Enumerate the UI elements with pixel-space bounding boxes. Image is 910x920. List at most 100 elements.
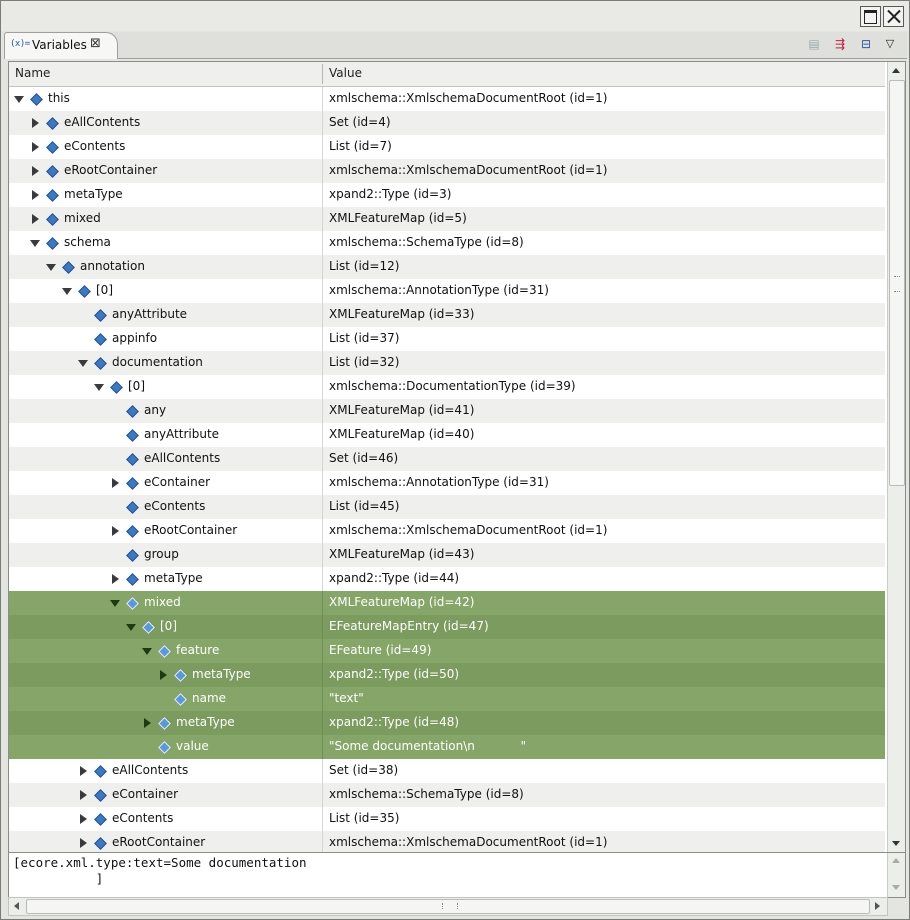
collapsed-arrow-icon[interactable] bbox=[32, 118, 39, 128]
collapsed-arrow-icon[interactable] bbox=[160, 670, 167, 680]
tree-row[interactable]: documentation List (id=32) bbox=[9, 351, 885, 375]
variable-diamond-icon bbox=[142, 621, 155, 634]
expanded-arrow-icon[interactable] bbox=[110, 600, 120, 607]
collapsed-arrow-icon[interactable] bbox=[112, 478, 119, 488]
expanded-arrow-icon[interactable] bbox=[94, 384, 104, 391]
variable-value: XMLFeatureMap (id=33) bbox=[329, 307, 475, 321]
variable-diamond-icon bbox=[126, 453, 139, 466]
tree-row[interactable]: metaType xpand2::Type (id=50) bbox=[9, 663, 885, 687]
column-divider-line bbox=[322, 399, 323, 423]
variables-window: (x)= Variables ⊠ ▤ ⇶ ⊟ ▽ Name Value this… bbox=[0, 0, 910, 920]
close-icon[interactable] bbox=[883, 6, 904, 27]
collapsed-arrow-icon[interactable] bbox=[112, 526, 119, 536]
maximize-icon[interactable] bbox=[860, 6, 881, 27]
tab-variables[interactable]: (x)= Variables ⊠ bbox=[4, 32, 118, 59]
collapsed-arrow-icon[interactable] bbox=[80, 766, 87, 776]
tree-row[interactable]: eContents List (id=7) bbox=[9, 135, 885, 159]
show-logical-structure-icon[interactable]: ⇶ bbox=[830, 34, 850, 54]
expanded-arrow-icon[interactable] bbox=[30, 240, 40, 247]
variable-value: List (id=35) bbox=[329, 811, 400, 825]
tree-row[interactable]: schema xmlschema::SchemaType (id=8) bbox=[9, 231, 885, 255]
tree-row[interactable]: metaType xpand2::Type (id=48) bbox=[9, 711, 885, 735]
scroll-thumb[interactable] bbox=[889, 80, 905, 486]
horizontal-scrollbar[interactable] bbox=[8, 897, 888, 916]
collapsed-arrow-icon[interactable] bbox=[80, 790, 87, 800]
variable-value: xmlschema::XmlschemaDocumentRoot (id=1) bbox=[329, 835, 608, 849]
column-divider-line bbox=[322, 543, 323, 567]
tree-row[interactable]: eContainer xmlschema::SchemaType (id=8) bbox=[9, 783, 885, 807]
column-divider-line bbox=[322, 351, 323, 375]
variable-value: xmlschema::XmlschemaDocumentRoot (id=1) bbox=[329, 523, 608, 537]
tree-row[interactable]: feature EFeature (id=49) bbox=[9, 639, 885, 663]
tree-row[interactable]: metaType xpand2::Type (id=44) bbox=[9, 567, 885, 591]
detail-pane[interactable]: [ecore.xml.type:text=Some documentation … bbox=[8, 852, 906, 898]
tree-row[interactable]: name "text" bbox=[9, 687, 885, 711]
variable-value: xmlschema::SchemaType (id=8) bbox=[329, 235, 524, 249]
tree-row[interactable]: anyAttribute XMLFeatureMap (id=40) bbox=[9, 423, 885, 447]
variable-value: xmlschema::AnnotationType (id=31) bbox=[329, 283, 549, 297]
tree-row[interactable]: group XMLFeatureMap (id=43) bbox=[9, 543, 885, 567]
variable-name: eRootContainer bbox=[144, 523, 238, 537]
collapsed-arrow-icon[interactable] bbox=[80, 814, 87, 824]
expanded-arrow-icon[interactable] bbox=[142, 648, 152, 655]
tree-row[interactable]: eContents List (id=45) bbox=[9, 495, 885, 519]
column-divider-line bbox=[322, 207, 323, 231]
collapsed-arrow-icon[interactable] bbox=[32, 166, 39, 176]
variable-name: [0] bbox=[160, 619, 177, 633]
expanded-arrow-icon[interactable] bbox=[46, 264, 56, 271]
show-type-names-icon[interactable]: ▤ bbox=[804, 34, 824, 54]
variable-name: eAllContents bbox=[112, 763, 189, 777]
tree-row[interactable]: annotation List (id=12) bbox=[9, 255, 885, 279]
tree-row[interactable]: eContents List (id=35) bbox=[9, 807, 885, 831]
vertical-scrollbar[interactable] bbox=[887, 62, 905, 852]
tree-row[interactable]: eAllContents Set (id=46) bbox=[9, 447, 885, 471]
view-menu-icon[interactable]: ▽ bbox=[880, 34, 900, 54]
collapsed-arrow-icon[interactable] bbox=[32, 142, 39, 152]
tab-close-icon[interactable]: ⊠ bbox=[90, 36, 101, 51]
collapsed-arrow-icon[interactable] bbox=[112, 574, 119, 584]
column-divider[interactable] bbox=[322, 64, 323, 84]
tree-row[interactable]: [0] EFeatureMapEntry (id=47) bbox=[9, 615, 885, 639]
collapsed-arrow-icon[interactable] bbox=[80, 838, 87, 848]
collapsed-arrow-icon[interactable] bbox=[32, 190, 39, 200]
variable-diamond-icon bbox=[94, 333, 107, 346]
tree-row[interactable]: metaType xpand2::Type (id=3) bbox=[9, 183, 885, 207]
tree-row[interactable]: eAllContents Set (id=38) bbox=[9, 759, 885, 783]
detail-scrollbar[interactable] bbox=[887, 853, 905, 897]
collapse-all-icon[interactable]: ⊟ bbox=[856, 34, 876, 54]
tree-row[interactable]: anyAttribute XMLFeatureMap (id=33) bbox=[9, 303, 885, 327]
scroll-down-icon[interactable] bbox=[888, 835, 905, 852]
variable-name: metaType bbox=[176, 715, 235, 729]
tree-row[interactable]: [0] xmlschema::AnnotationType (id=31) bbox=[9, 279, 885, 303]
variable-value: EFeatureMapEntry (id=47) bbox=[329, 619, 489, 633]
tree-row[interactable]: value "Some documentation\n " bbox=[9, 735, 885, 759]
expanded-arrow-icon[interactable] bbox=[62, 288, 72, 295]
expanded-arrow-icon[interactable] bbox=[126, 624, 136, 631]
tree-row[interactable]: eRootContainer xmlschema::XmlschemaDocume… bbox=[9, 519, 885, 543]
variables-tree[interactable]: Name Value this xmlschema::XmlschemaDocum… bbox=[8, 61, 906, 853]
tree-row[interactable]: appinfo List (id=37) bbox=[9, 327, 885, 351]
tree-row[interactable]: [0] xmlschema::DocumentationType (id=39) bbox=[9, 375, 885, 399]
tree-row[interactable]: eRootContainer xmlschema::XmlschemaDocume… bbox=[9, 159, 885, 183]
collapsed-arrow-icon[interactable] bbox=[32, 214, 39, 224]
tree-row[interactable]: any XMLFeatureMap (id=41) bbox=[9, 399, 885, 423]
variable-value: xpand2::Type (id=3) bbox=[329, 187, 452, 201]
tree-row[interactable]: mixed XMLFeatureMap (id=5) bbox=[9, 207, 885, 231]
tree-row[interactable]: eAllContents Set (id=4) bbox=[9, 111, 885, 135]
expanded-arrow-icon[interactable] bbox=[14, 96, 24, 103]
hscroll-thumb[interactable] bbox=[26, 899, 870, 914]
expanded-arrow-icon[interactable] bbox=[78, 360, 88, 367]
variable-name: metaType bbox=[64, 187, 123, 201]
scroll-up-icon[interactable] bbox=[888, 62, 905, 79]
column-header-name[interactable]: Name bbox=[15, 66, 50, 80]
column-header-value[interactable]: Value bbox=[329, 66, 362, 80]
column-divider-line bbox=[322, 807, 323, 831]
tree-row[interactable]: this xmlschema::XmlschemaDocumentRoot (id… bbox=[9, 87, 885, 111]
tree-row[interactable]: mixed XMLFeatureMap (id=42) bbox=[9, 591, 885, 615]
variable-value: List (id=12) bbox=[329, 259, 400, 273]
tree-row[interactable]: eContainer xmlschema::AnnotationType (id=… bbox=[9, 471, 885, 495]
tree-row[interactable]: eRootContainer xmlschema::XmlschemaDocume… bbox=[9, 831, 885, 852]
variable-value: Set (id=38) bbox=[329, 763, 399, 777]
collapsed-arrow-icon[interactable] bbox=[144, 718, 151, 728]
variable-value: "text" bbox=[329, 691, 364, 705]
